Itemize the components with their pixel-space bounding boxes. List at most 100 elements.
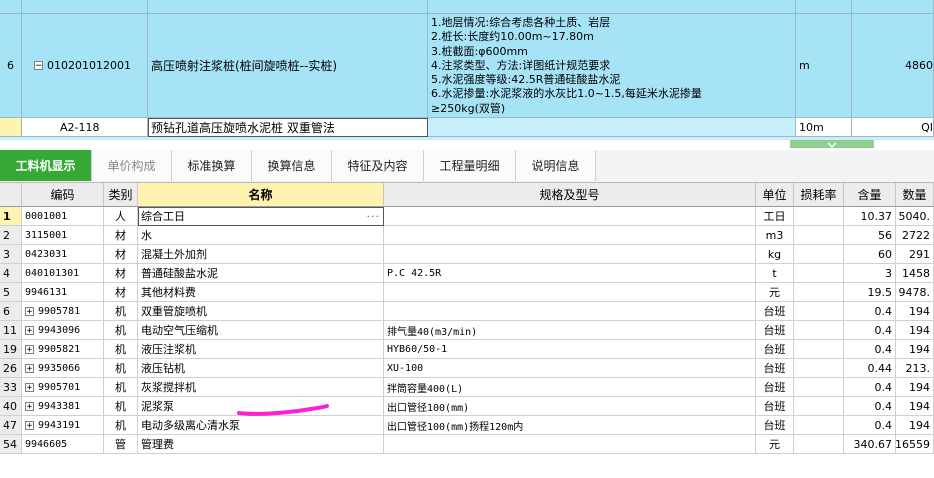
resource-quantity[interactable]: 194 [896,321,934,340]
resource-quantity[interactable]: 194 [896,416,934,435]
resource-spec[interactable]: 排气量40(m3/min) [384,321,756,340]
more-options-icon[interactable]: ··· [367,210,381,223]
header-code[interactable]: 编码 [22,183,104,207]
resource-unit[interactable]: 台班 [756,321,794,340]
resource-spec[interactable] [384,302,756,321]
expand-icon[interactable]: + [25,306,34,316]
resource-category[interactable]: 材 [104,283,138,302]
resource-spec[interactable] [384,226,756,245]
resource-name[interactable]: 电动多级离心清水泵 [138,416,384,435]
resource-unit[interactable]: 台班 [756,397,794,416]
resource-category[interactable]: 机 [104,340,138,359]
resource-name[interactable]: 双重管旋喷机 [138,302,384,321]
tab-standard-conversion[interactable]: 标准换算 [172,150,252,181]
resource-content[interactable]: 56 [844,226,896,245]
resource-code[interactable]: +9905821 [22,340,104,359]
resource-unit[interactable]: 元 [756,435,794,454]
table-row[interactable]: 19 +9905821 机 液压注浆机 HYB60/50-1 台班 0.4 194 [0,340,934,359]
resource-code[interactable]: 9946131 [22,283,104,302]
table-row[interactable]: 3 0423031 材 混凝土外加剂 kg 60 291 [0,245,934,264]
resource-spec[interactable] [384,283,756,302]
resource-category[interactable]: 机 [104,359,138,378]
resource-code[interactable]: 0001001 [22,207,104,226]
header-content[interactable]: 含量 [844,183,896,207]
resource-code[interactable]: +9943191 [22,416,104,435]
resource-name[interactable]: 普通硅酸盐水泥 [138,264,384,283]
resource-loss-rate[interactable] [794,264,844,283]
resource-spec[interactable] [384,245,756,264]
resource-spec[interactable]: HYB60/50-1 [384,340,756,359]
resource-code[interactable]: 3115001 [22,226,104,245]
resource-unit[interactable]: 台班 [756,378,794,397]
resource-loss-rate[interactable] [794,245,844,264]
table-row[interactable]: 2 3115001 材 水 m3 56 2722 [0,226,934,245]
resource-quantity[interactable]: 194 [896,302,934,321]
resource-unit[interactable]: 工日 [756,207,794,226]
resource-content[interactable]: 0.44 [844,359,896,378]
resource-quantity[interactable]: 213. [896,359,934,378]
bill-row-name[interactable]: 高压喷射注浆桩(桩间旋喷桩--实桩) [148,14,428,118]
tab-labor-material-machine[interactable]: 工料机显示 [0,150,92,181]
bill-row-code-cell[interactable]: − 010201012001 [22,14,148,118]
resource-loss-rate[interactable] [794,207,844,226]
resource-code[interactable]: +9905781 [22,302,104,321]
resource-name[interactable]: 综合工日 ··· [138,207,384,226]
resource-category[interactable]: 机 [104,416,138,435]
resource-spec[interactable] [384,207,756,226]
resource-code[interactable]: 0423031 [22,245,104,264]
resource-content[interactable]: 3 [844,264,896,283]
table-row[interactable]: 5 9946131 材 其他材料费 元 19.5 9478. [0,283,934,302]
table-row[interactable]: 6 +9905781 机 双重管旋喷机 台班 0.4 194 [0,302,934,321]
resource-code[interactable]: 9946605 [22,435,104,454]
table-row[interactable]: 1 0001001 人 综合工日 ··· 工日 10.37 5040. [0,207,934,226]
resource-loss-rate[interactable] [794,340,844,359]
tab-conversion-info[interactable]: 换算信息 [252,150,332,181]
resource-content[interactable]: 0.4 [844,340,896,359]
resource-name[interactable]: 混凝土外加剂 [138,245,384,264]
resource-spec[interactable]: P.C 42.5R [384,264,756,283]
resource-name[interactable]: 液压钻机 [138,359,384,378]
resource-quantity[interactable]: 5040. [896,207,934,226]
expand-icon[interactable]: + [25,325,34,335]
resource-unit[interactable]: 台班 [756,302,794,321]
resource-quantity[interactable]: 194 [896,340,934,359]
header-quantity[interactable]: 数量 [896,183,934,207]
resource-spec[interactable]: 出口管径100(mm)扬程120m内 [384,416,756,435]
resource-spec[interactable] [384,435,756,454]
expand-icon[interactable]: + [25,401,34,411]
resource-quantity[interactable]: 194 [896,397,934,416]
resource-unit[interactable]: m3 [756,226,794,245]
resource-content[interactable]: 10.37 [844,207,896,226]
resource-category[interactable]: 材 [104,226,138,245]
header-spec[interactable]: 规格及型号 [384,183,756,207]
resource-quantity[interactable]: 9478. [896,283,934,302]
resource-code[interactable]: +9935066 [22,359,104,378]
resource-name[interactable]: 管理费 [138,435,384,454]
expand-icon[interactable]: + [25,344,34,354]
table-row[interactable]: 26 +9935066 机 液压钻机 XU-100 台班 0.44 213. [0,359,934,378]
resource-content[interactable]: 60 [844,245,896,264]
tab-quantity-detail[interactable]: 工程量明细 [424,150,516,181]
resource-loss-rate[interactable] [794,435,844,454]
resource-spec[interactable]: 拌筒容量400(L) [384,378,756,397]
table-row[interactable]: 33 +9905701 机 灰浆搅拌机 拌筒容量400(L) 台班 0.4 194 [0,378,934,397]
resource-name[interactable]: 液压注浆机 [138,340,384,359]
resource-category[interactable]: 管 [104,435,138,454]
tab-features-content[interactable]: 特征及内容 [332,150,424,181]
resource-content[interactable]: 0.4 [844,397,896,416]
quota-row-code-cell[interactable]: A2-118 [22,118,148,137]
resource-category[interactable]: 机 [104,302,138,321]
table-row[interactable]: 11 +9943096 机 电动空气压缩机 排气量40(m3/min) 台班 0.4 194 [0,321,934,340]
splitter-handle[interactable] [790,140,874,149]
resource-loss-rate[interactable] [794,378,844,397]
table-row[interactable]: 47 +9943191 机 电动多级离心清水泵 出口管径100(mm)扬程120m内 台班… [0,416,934,435]
bill-row-features[interactable]: 1.地层情况:综合考虑各种土质、岩层 2.桩长:长度约10.00m~17.80m… [428,14,796,118]
table-row[interactable]: 40 +9943381 机 泥浆泵 出口管径100(mm) 台班 0.4 194 [0,397,934,416]
collapse-icon[interactable]: − [34,61,43,71]
resource-unit[interactable]: 台班 [756,416,794,435]
resource-content[interactable]: 340.67 [844,435,896,454]
resource-quantity[interactable]: 194 [896,378,934,397]
tab-unit-price[interactable]: 单价构成 [92,150,172,181]
resource-loss-rate[interactable] [794,302,844,321]
resource-name[interactable]: 灰浆搅拌机 [138,378,384,397]
